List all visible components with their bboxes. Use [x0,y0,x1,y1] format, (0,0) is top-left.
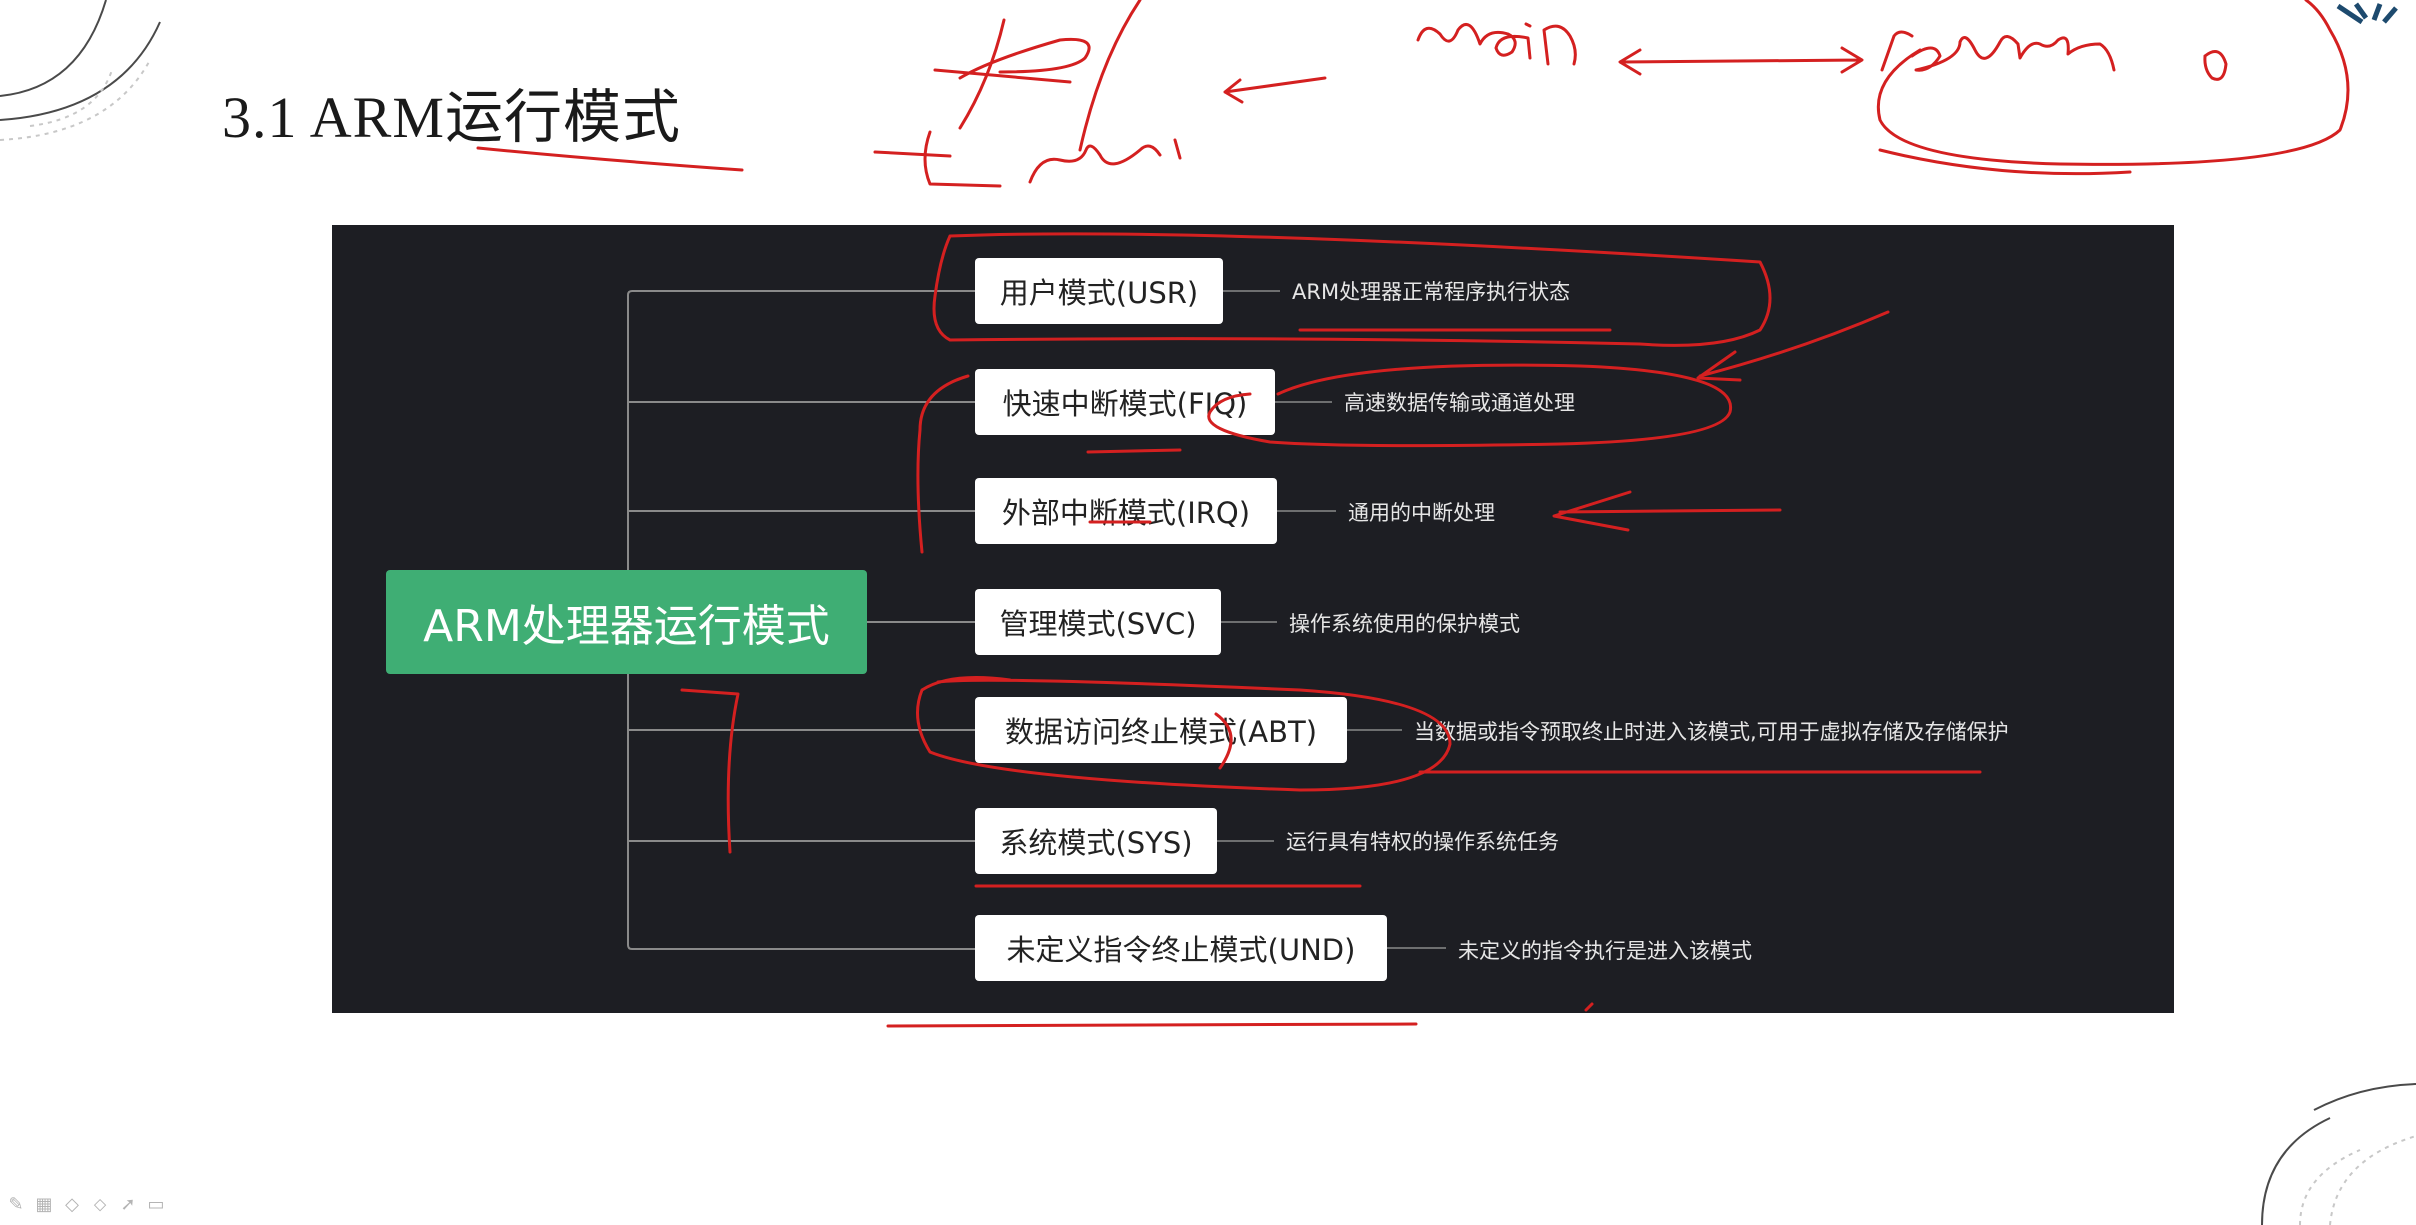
corner-logo-icon [2336,2,2398,25]
mode-desc-usr: ARM处理器正常程序执行状态 [1292,280,1571,304]
marker-icon[interactable]: ⬦ [90,1194,110,1215]
pen-icon[interactable]: ✎ [6,1194,26,1215]
mindmap-panel: ARM处理器运行模式 用户模式(USR) ARM处理器正常程序执行状态 快速中断… [332,225,2174,1013]
pointer-icon[interactable]: ➚ [118,1194,138,1215]
mode-desc-fiq: 高速数据传输或通道处理 [1344,391,1575,415]
mode-desc-und: 未定义的指令执行是进入该模式 [1458,939,1752,963]
mode-node-svc: 管理模式(SVC) [975,589,1221,655]
mode-desc-sys: 运行具有特权的操作系统任务 [1286,830,1559,854]
mode-desc-svc: 操作系统使用的保护模式 [1289,612,1520,636]
root-node: ARM处理器运行模式 [386,570,867,674]
mode-desc-irq: 通用的中断处理 [1348,501,1495,525]
mode-desc-abt: 当数据或指令预取终止时进入该模式,可用于虚拟存储及存储保护 [1414,720,2009,744]
grid-icon[interactable]: ▦ [34,1194,54,1215]
mode-node-irq: 外部中断模式(IRQ) [975,478,1277,544]
mode-node-und: 未定义指令终止模式(UND) [975,915,1387,981]
mode-node-usr: 用户模式(USR) [975,258,1223,324]
mode-node-sys: 系统模式(SYS) [975,808,1217,874]
mode-node-abt: 数据访问终止模式(ABT) [975,697,1347,763]
mode-node-fiq: 快速中断模式(FIQ) [975,369,1275,435]
slide-title: 3.1 ARM运行模式 [222,85,681,150]
annotation-toolbar: ✎ ▦ ◇ ⬦ ➚ ▭ [6,1194,166,1215]
camera-icon[interactable]: ▭ [146,1194,166,1215]
eraser-icon[interactable]: ◇ [62,1194,82,1215]
